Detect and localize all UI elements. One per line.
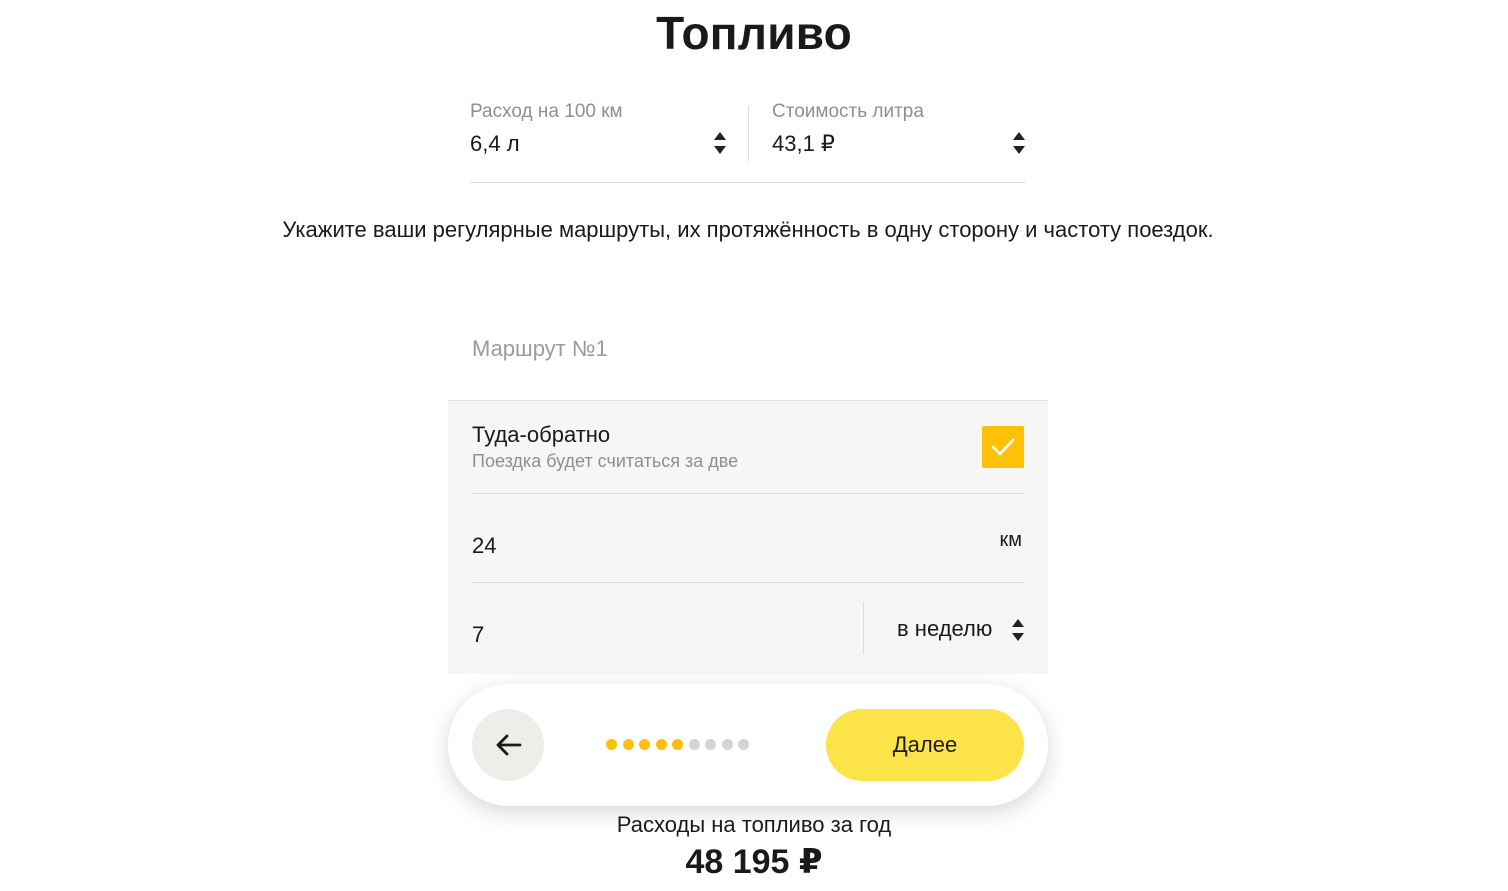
frequency-period-select[interactable]: в неделю <box>897 616 992 642</box>
distance-unit: км <box>999 529 1023 551</box>
frequency-input[interactable]: 7 <box>472 622 484 648</box>
page-title: Топливо <box>656 7 852 59</box>
distance-input[interactable]: 24 <box>472 533 496 559</box>
distance-row: 24 км <box>472 493 1024 583</box>
price-value: 43,1 ₽ <box>772 131 835 156</box>
consumption-select[interactable]: Расход на 100 км 6,4 л <box>470 98 726 168</box>
select-arrows-icon <box>714 132 726 154</box>
progress-dot <box>688 739 700 750</box>
consumption-value: 6,4 л <box>470 131 520 156</box>
progress-dots <box>606 739 755 751</box>
fuel-parameters: Расход на 100 км 6,4 л Стоимость литра 4… <box>470 98 1025 183</box>
progress-dot <box>721 739 733 750</box>
progress-dot-complete <box>655 739 667 750</box>
checkmark-icon <box>991 438 1015 456</box>
progress-dot-complete <box>639 739 650 750</box>
progress-dot <box>705 739 716 750</box>
price-label: Стоимость литра <box>772 101 924 122</box>
summary-label: Расходы на топливо за год <box>616 812 892 837</box>
progress-dot-complete <box>622 739 634 750</box>
price-select[interactable]: Стоимость литра 43,1 ₽ <box>772 98 1025 168</box>
frequency-row: 7 в неделю <box>472 582 1024 674</box>
arrow-left-icon <box>496 734 522 756</box>
divider <box>748 106 749 162</box>
back-button[interactable] <box>472 709 544 781</box>
round-trip-checkbox[interactable] <box>982 426 1024 468</box>
summary-value: 48 195 ₽ <box>685 843 823 881</box>
divider <box>863 602 864 654</box>
progress-dot <box>738 739 749 750</box>
next-button[interactable]: Далее <box>826 709 1024 781</box>
round-trip-label: Туда-обратно <box>472 422 611 447</box>
progress-dot-complete <box>672 739 683 750</box>
select-arrows-icon <box>1013 132 1025 154</box>
select-arrows-icon <box>1012 619 1024 641</box>
instructions-text: Укажите ваши регулярные маршруты, их про… <box>282 217 1214 242</box>
round-trip-row[interactable]: Туда-обратно Поездка будет считаться за … <box>472 401 1024 494</box>
step-navigation: Далее <box>448 684 1048 806</box>
round-trip-hint: Поездка будет считаться за две <box>472 451 739 471</box>
progress-dot-complete <box>606 739 617 750</box>
consumption-label: Расход на 100 км <box>470 101 623 122</box>
fuel-page: Топливо Расход на 100 км 6,4 л Стоимость… <box>0 0 1508 891</box>
route-title: Маршрут №1 <box>472 336 608 361</box>
route-card: Туда-обратно Поездка будет считаться за … <box>448 400 1048 674</box>
